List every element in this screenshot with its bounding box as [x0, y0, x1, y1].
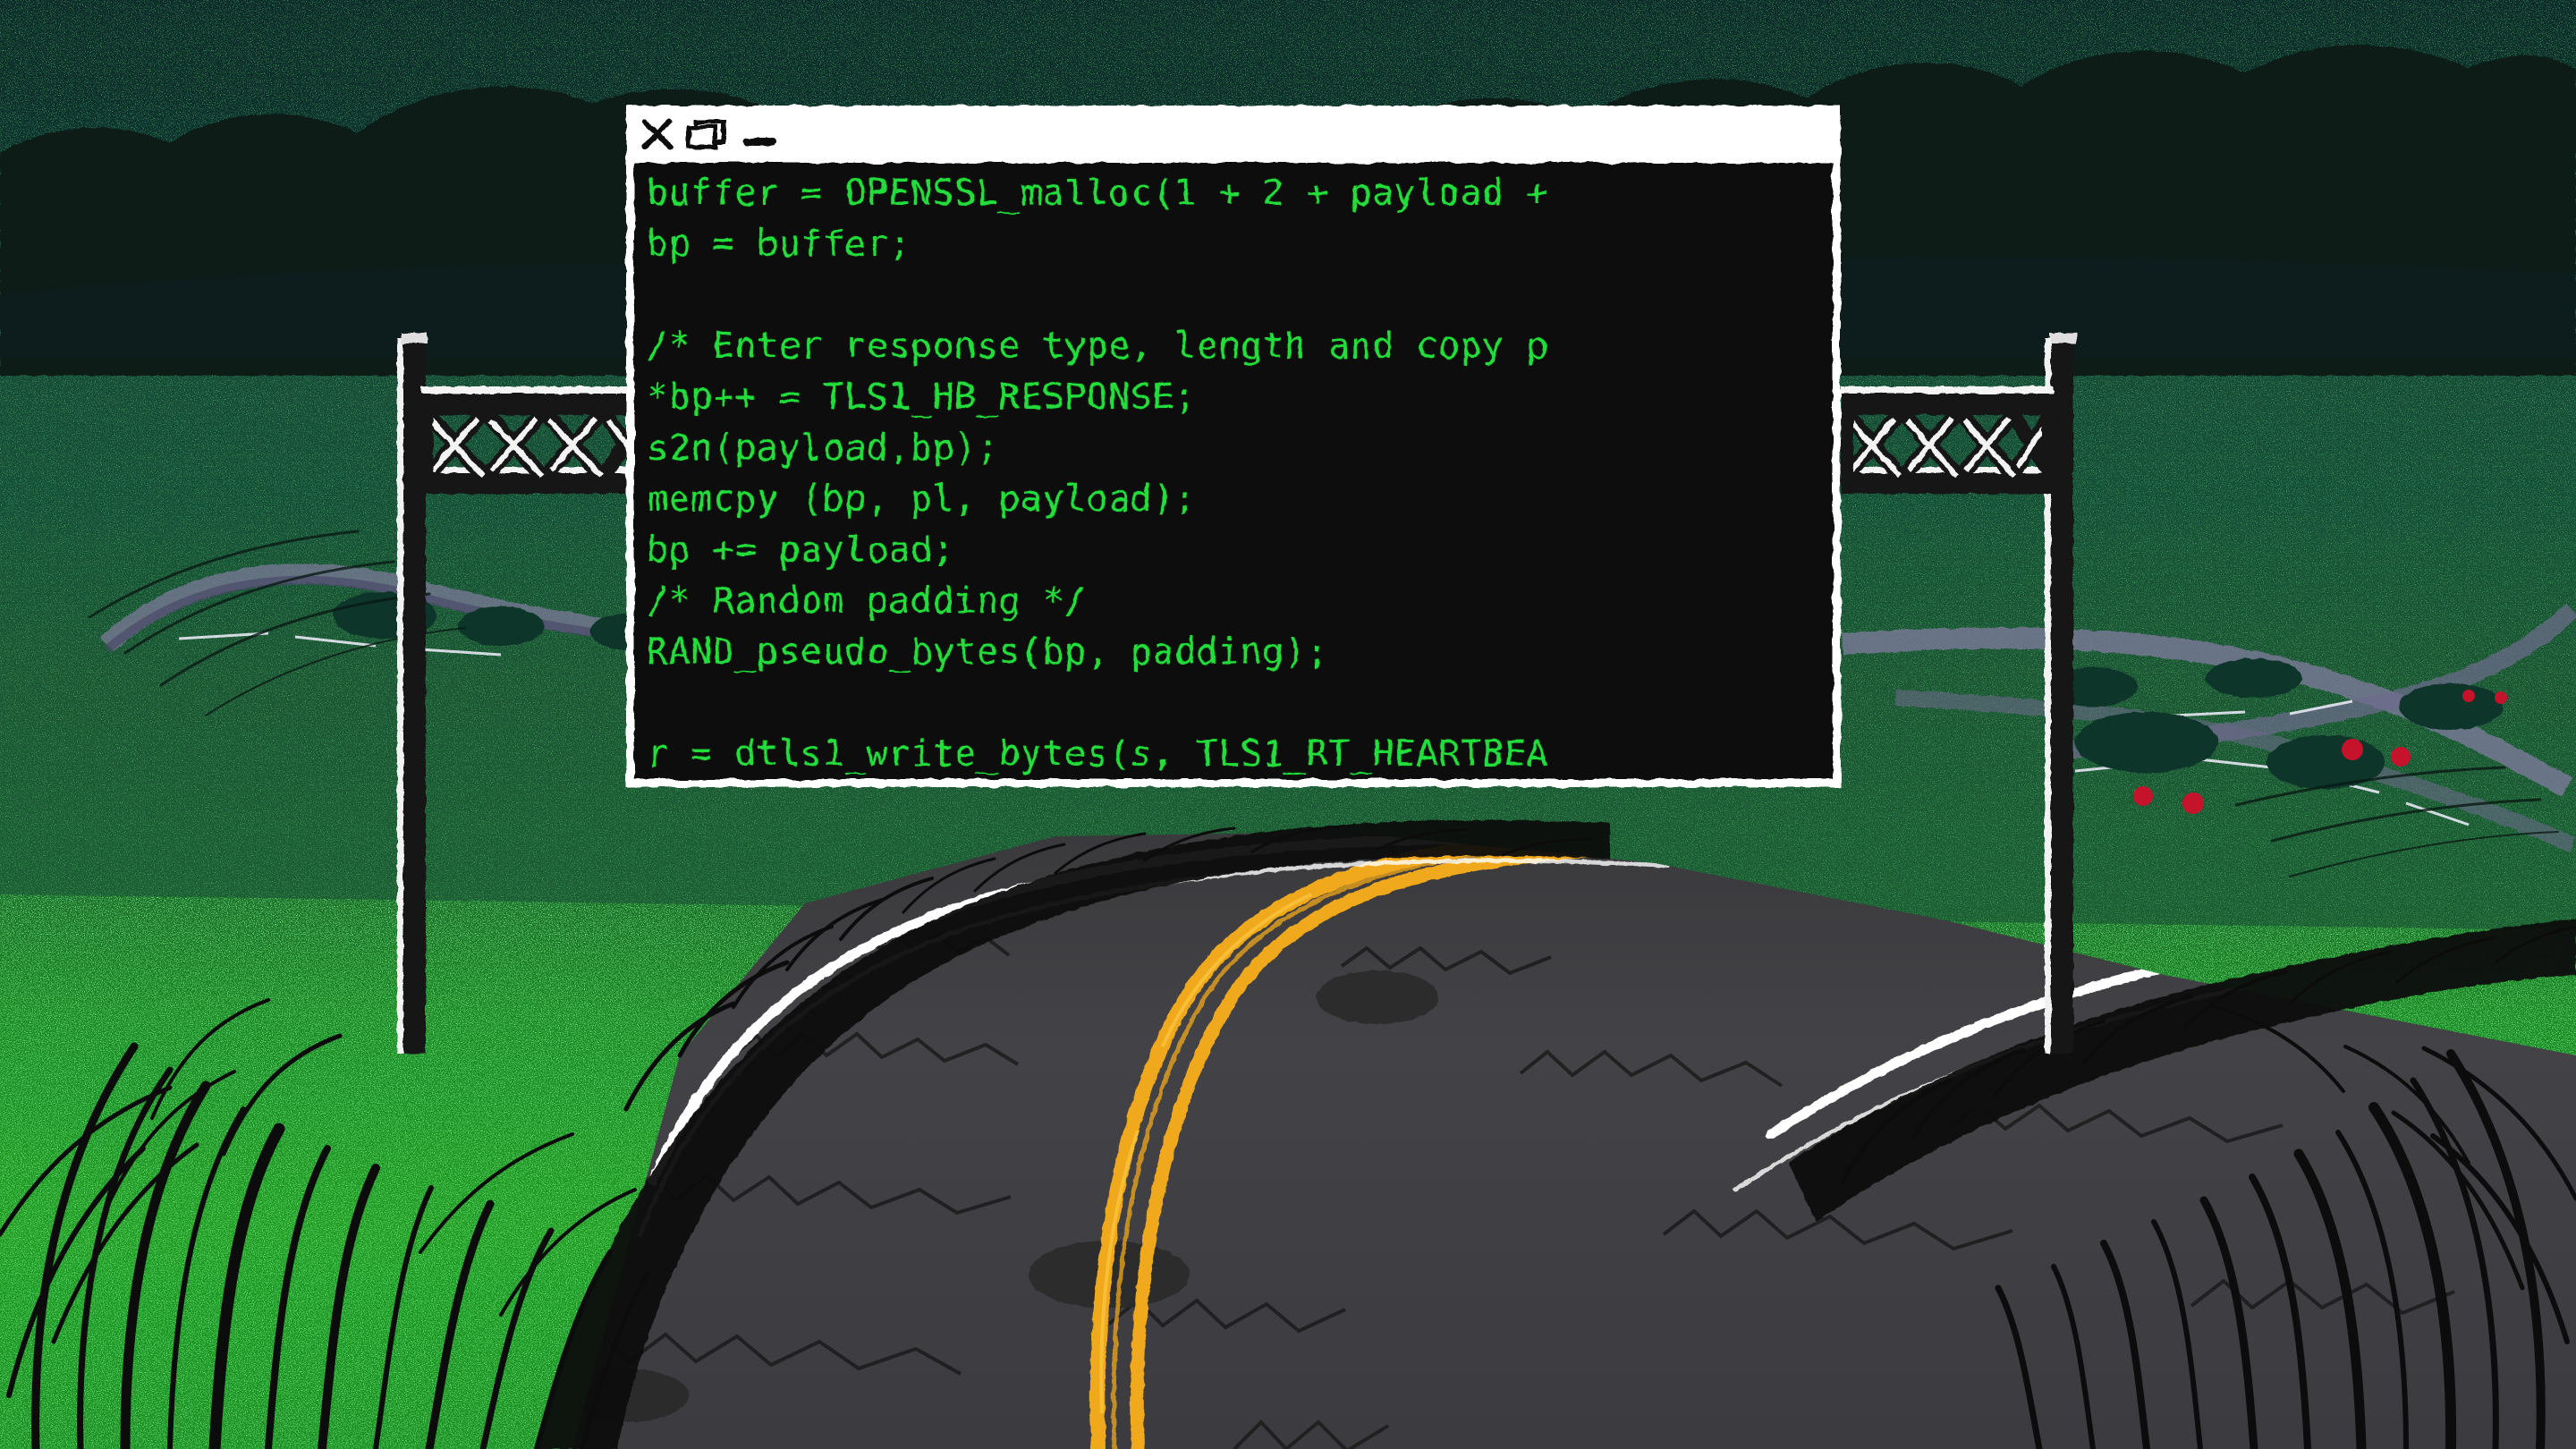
restore-window-icon[interactable] — [686, 118, 731, 150]
terminal-window[interactable]: buffer = OPENSSL_malloc(1 + 2 + payload … — [626, 106, 1841, 787]
minimize-icon[interactable] — [743, 118, 779, 150]
close-icon[interactable] — [641, 118, 674, 150]
terminal-screen: buffer = OPENSSL_malloc(1 + 2 + payload … — [634, 163, 1833, 779]
code-block: buffer = OPENSSL_malloc(1 + 2 + payload … — [647, 173, 1548, 775]
terminal-titlebar[interactable] — [634, 114, 1833, 155]
illustration-canvas: buffer = OPENSSL_malloc(1 + 2 + payload … — [0, 0, 2576, 1449]
